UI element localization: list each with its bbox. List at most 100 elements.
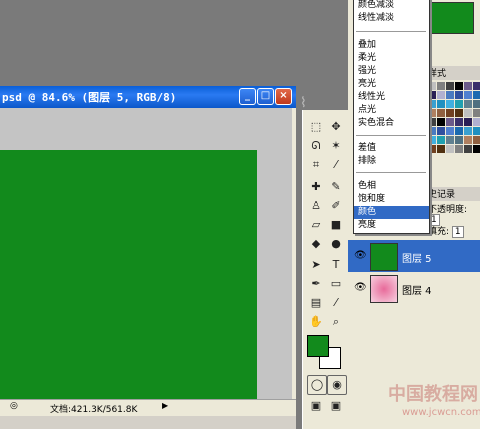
document-titlebar[interactable]: psd @ 84.6% (图层 5, RGB/8) _ □ × [0, 86, 296, 108]
swatch-cell[interactable] [437, 118, 445, 126]
blend-menu-item[interactable]: 饱和度 [354, 193, 429, 206]
blend-menu-item[interactable]: 柔光 [354, 52, 429, 65]
blend-menu-item[interactable]: 点光 [354, 104, 429, 117]
minimize-button[interactable]: _ [239, 88, 256, 105]
swatch-cell[interactable] [446, 118, 454, 126]
swatch-cell[interactable] [455, 127, 463, 135]
swatch-cell[interactable] [464, 145, 472, 153]
swatch-cell[interactable] [437, 136, 445, 144]
swatch-cell[interactable] [473, 145, 480, 153]
brush-tool-icon[interactable]: ✎ [327, 178, 345, 196]
swatch-cell[interactable] [437, 100, 445, 108]
gradient-tool-icon[interactable]: ■ [327, 216, 345, 234]
swatch-cell[interactable] [455, 82, 463, 90]
swatch-cell[interactable] [473, 136, 480, 144]
swatch-cell[interactable] [455, 100, 463, 108]
swatch-cell[interactable] [437, 91, 445, 99]
swatch-cell[interactable] [464, 100, 472, 108]
tab-styles[interactable]: 样式 [428, 66, 480, 80]
dodge-tool-icon[interactable]: ● [327, 235, 345, 253]
blend-menu-item[interactable]: 线性减淡 [354, 12, 429, 25]
horizontal-scrollbar[interactable] [0, 416, 296, 429]
swatch-cell[interactable] [446, 91, 454, 99]
swatch-cell[interactable] [446, 145, 454, 153]
eye-icon[interactable]: 👁 [354, 250, 367, 261]
swatch-cell[interactable] [437, 109, 445, 117]
magic-wand-icon[interactable]: ✶ [327, 137, 345, 155]
maximize-button[interactable]: □ [257, 88, 274, 105]
blend-menu-item[interactable]: 颜色减淡 [354, 0, 429, 12]
swatch-cell[interactable] [446, 127, 454, 135]
standard-mode-icon[interactable]: ◯ [307, 375, 327, 395]
pen-tool-icon[interactable]: ✒ [307, 275, 325, 293]
blend-menu-item[interactable]: 叠加 [354, 39, 429, 52]
swatch-cell[interactable] [473, 91, 480, 99]
blend-menu-item[interactable]: 亮光 [354, 78, 429, 91]
eyedropper-icon[interactable]: ⁄ [327, 294, 345, 312]
screen-mode-icon[interactable]: ▣ [307, 397, 325, 415]
swatch-cell[interactable] [464, 82, 472, 90]
slice-tool-icon[interactable]: ⁄ [327, 156, 345, 174]
swatch-cell[interactable] [446, 136, 454, 144]
swatch-cell[interactable] [473, 127, 480, 135]
blend-menu-item[interactable]: 亮度 [354, 219, 429, 232]
layer-row[interactable]: 👁 图层 5 [348, 240, 480, 272]
swatch-cell[interactable] [464, 136, 472, 144]
swatch-cell[interactable] [473, 109, 480, 117]
blend-menu-item[interactable]: 强光 [354, 65, 429, 78]
status-menu-arrow-icon[interactable]: ▶ [162, 401, 168, 410]
navigator-thumbnail[interactable] [428, 2, 474, 34]
swatch-cell[interactable] [455, 145, 463, 153]
navigator-icon[interactable]: ◎ [10, 401, 18, 411]
swatch-cell[interactable] [437, 145, 445, 153]
swatch-cell[interactable] [446, 100, 454, 108]
hand-tool-icon[interactable]: ✋ [307, 313, 325, 331]
swatch-cell[interactable] [437, 82, 445, 90]
quickmask-mode-icon[interactable]: ◉ [327, 375, 347, 395]
swatch-cell[interactable] [437, 127, 445, 135]
marquee-tool-icon[interactable]: ⬚ [307, 118, 325, 136]
clone-stamp-icon[interactable]: ♙ [307, 197, 325, 215]
type-tool-icon[interactable]: T [327, 256, 345, 274]
history-brush-icon[interactable]: ✐ [327, 197, 345, 215]
fullscreen-mode-icon[interactable]: ▣ [327, 397, 345, 415]
path-select-icon[interactable]: ➤ [307, 256, 325, 274]
swatch-cell[interactable] [446, 109, 454, 117]
eye-icon[interactable]: 👁 [354, 282, 367, 293]
swatch-cell[interactable] [464, 91, 472, 99]
swatch-cell[interactable] [464, 109, 472, 117]
fill-input[interactable]: 1 [451, 226, 464, 238]
blend-menu-item[interactable]: 实色混合 [354, 117, 429, 130]
crop-tool-icon[interactable]: ⌗ [307, 156, 325, 174]
close-button[interactable]: × [275, 88, 292, 105]
notes-tool-icon[interactable]: ▤ [307, 294, 325, 312]
layer-row[interactable]: 👁 图层 4 [348, 272, 480, 304]
lasso-tool-icon[interactable]: ᘏ [307, 137, 325, 155]
blend-menu-item[interactable]: 线性光 [354, 91, 429, 104]
swatch-cell[interactable] [455, 109, 463, 117]
eraser-tool-icon[interactable]: ▱ [307, 216, 325, 234]
swatch-cell[interactable] [446, 82, 454, 90]
blend-menu-item[interactable]: 差值 [354, 142, 429, 155]
swatch-cell[interactable] [455, 136, 463, 144]
swatch-cell[interactable] [473, 118, 480, 126]
zoom-tool-icon[interactable]: ⌕ [327, 313, 345, 331]
blend-menu-item[interactable]: 排除 [354, 155, 429, 168]
swatches-grid[interactable] [428, 80, 480, 158]
foreground-color-front[interactable] [307, 335, 329, 357]
swatch-cell[interactable] [473, 100, 480, 108]
blend-menu-item[interactable]: 色相 [354, 180, 429, 193]
swatch-cell[interactable] [455, 91, 463, 99]
swatch-cell[interactable] [464, 127, 472, 135]
swatch-cell[interactable] [464, 118, 472, 126]
healing-brush-icon[interactable]: ✚ [307, 178, 325, 196]
canvas-area[interactable] [0, 108, 292, 408]
blur-tool-icon[interactable]: ◆ [307, 235, 325, 253]
blend-menu-item[interactable]: 颜色 [354, 206, 429, 219]
swatch-cell[interactable] [473, 82, 480, 90]
shape-tool-icon[interactable]: ▭ [327, 275, 345, 293]
swatch-cell[interactable] [455, 118, 463, 126]
canvas[interactable] [0, 150, 257, 405]
move-tool-icon[interactable]: ✥ [327, 118, 345, 136]
tab-history[interactable]: 史记录 [428, 187, 480, 201]
